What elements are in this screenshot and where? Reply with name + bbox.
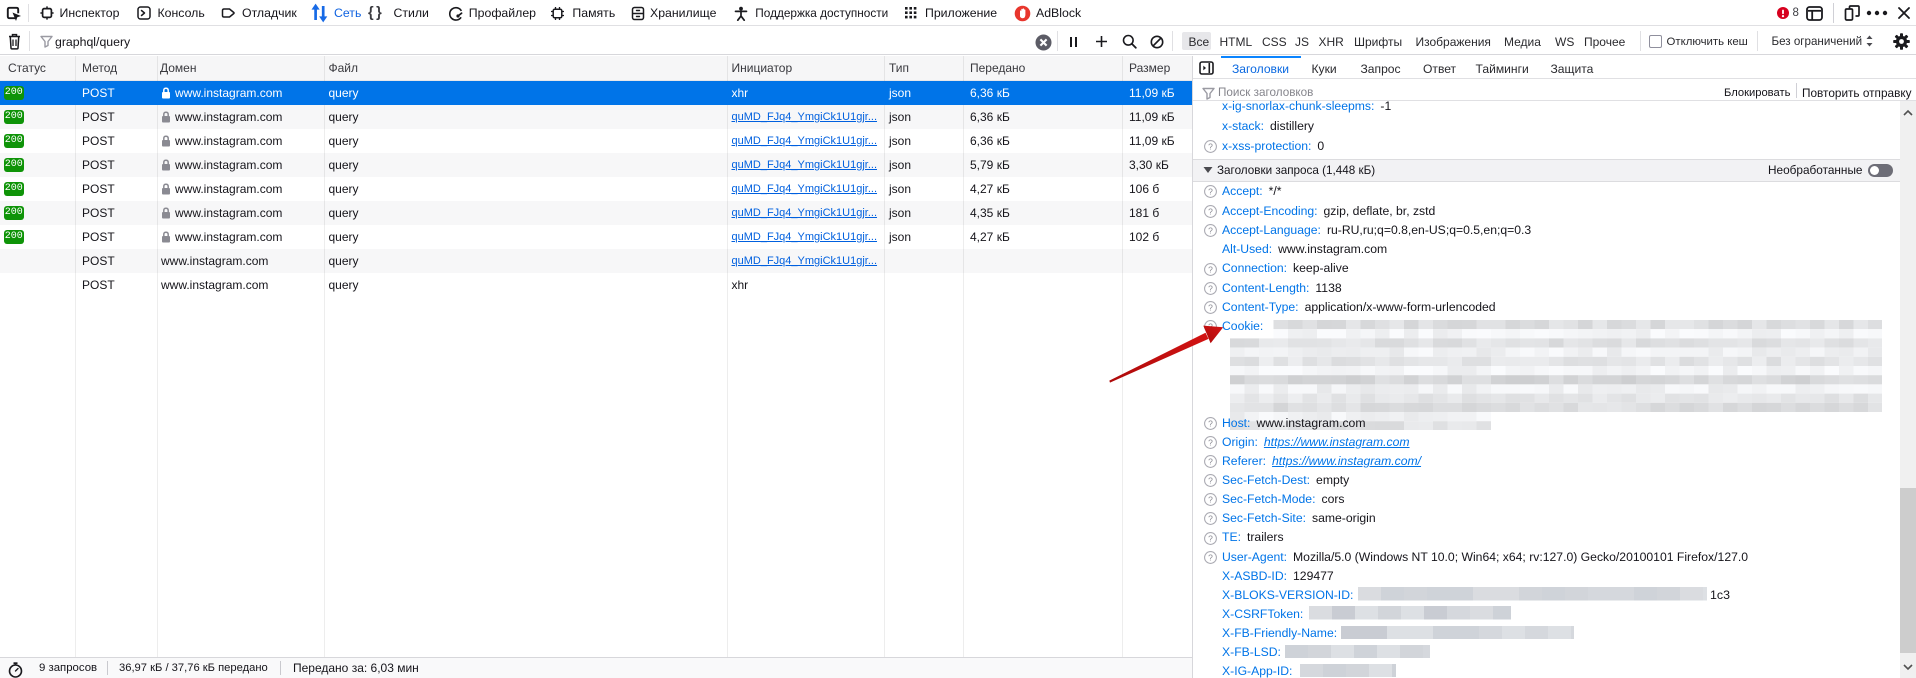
svg-text:?: ? [1208,283,1213,293]
svg-text:?: ? [1208,495,1213,505]
svg-text:?: ? [1208,437,1213,447]
svg-text:?: ? [1208,456,1213,466]
svg-text:?: ? [1208,418,1213,428]
svg-text:?: ? [1208,552,1213,562]
svg-text:?: ? [1208,533,1213,543]
svg-text:?: ? [1208,302,1213,312]
svg-text:?: ? [1208,225,1213,235]
svg-text:?: ? [1208,142,1213,152]
svg-text:?: ? [1208,187,1213,197]
svg-text:?: ? [1208,264,1213,274]
svg-text:?: ? [1208,475,1213,485]
svg-text:?: ? [1208,206,1213,216]
svg-text:?: ? [1208,514,1213,524]
